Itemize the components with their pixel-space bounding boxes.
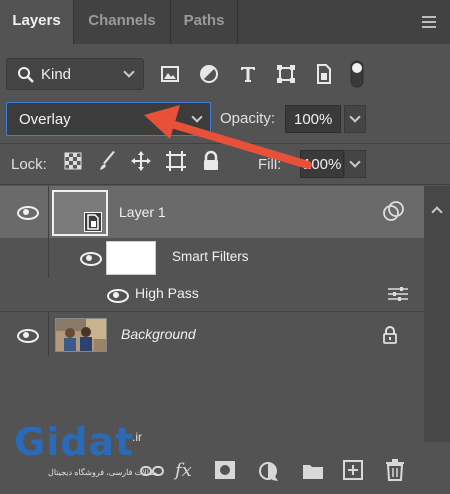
search-icon [18,67,34,83]
blend-mode-value: Overlay [19,111,71,128]
watermark-brand: Gidat [14,420,135,464]
chevron-down-icon [349,111,361,123]
chevron-up-icon [431,206,443,218]
delete-icon[interactable] [385,459,405,481]
type-filter-icon[interactable] [238,64,258,84]
layer-name: Layer 1 [119,204,166,220]
opacity-dropdown[interactable] [344,105,366,133]
layer-thumbnail[interactable] [52,190,108,236]
layer-locked-icon[interactable] [382,326,398,344]
panel-tab-bar: Layers Channels Paths [0,0,450,44]
panel-menu-icon[interactable] [422,16,436,28]
tab-paths[interactable]: Paths [171,0,237,44]
adjustment-layer-icon[interactable] [258,460,280,482]
filter-blending-options-icon[interactable] [388,286,408,302]
filter-toggle-icon[interactable] [350,60,364,88]
watermark-logo: Gidat .ir مقالات فارسی، فروشگاه دیجیتال [14,420,158,477]
visibility-eye-icon[interactable] [107,289,129,303]
filter-kind-select[interactable]: Kind [6,58,144,90]
background-thumbnail[interactable] [55,318,107,352]
new-group-icon[interactable] [302,462,324,480]
fx-icon[interactable]: fx [175,460,192,481]
smart-object-badge-icon [84,212,102,232]
chevron-down-icon [349,156,361,168]
smart-filters-label: Smart Filters [172,249,249,264]
filter-row-high-pass[interactable]: High Pass [0,278,424,310]
lock-transparent-icon[interactable] [62,150,84,172]
adjustment-filter-icon[interactable] [199,64,219,84]
filter-mask-thumbnail[interactable] [106,241,156,275]
filter-kind-label: Kind [41,66,72,83]
visibility-eye-icon[interactable] [17,329,39,343]
layer-name: Background [121,326,196,342]
add-mask-icon[interactable] [214,460,236,480]
smart-object-filter-icon[interactable] [314,64,334,84]
smart-filters-row[interactable]: Smart Filters [0,238,424,310]
fill-dropdown[interactable] [344,150,366,178]
watermark-tld: .ir [132,430,142,444]
filter-name: High Pass [135,285,199,301]
visibility-eye-icon[interactable] [17,206,39,220]
divider [0,184,450,185]
tab-layers[interactable]: Layers [0,0,73,44]
new-layer-icon[interactable] [343,460,363,480]
shape-filter-icon[interactable] [276,64,296,84]
layers-scrollbar[interactable] [424,186,450,442]
annotation-arrow-icon [144,105,312,169]
watermark-tagline: مقالات فارسی، فروشگاه دیجیتال [48,468,158,477]
lock-label: Lock: [11,156,47,173]
image-filter-icon[interactable] [160,64,180,84]
lock-image-icon[interactable] [97,150,119,172]
chevron-down-icon [123,66,135,78]
smart-filter-indicator-icon[interactable] [383,200,405,222]
visibility-eye-icon[interactable] [80,252,102,266]
tab-channels[interactable]: Channels [74,0,170,44]
